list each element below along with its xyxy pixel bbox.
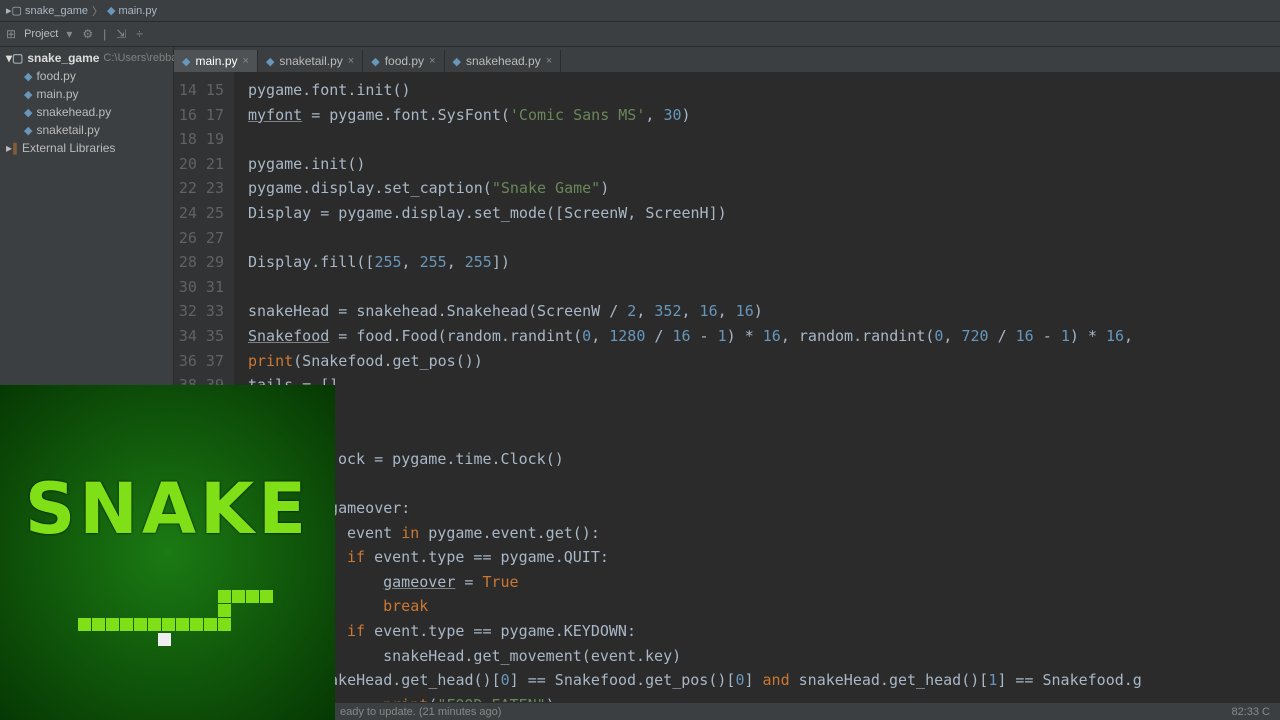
snake-segment (176, 618, 189, 631)
python-file-icon: ◆ (182, 55, 190, 68)
snake-segment (120, 618, 133, 631)
editor-tabstrip: ◆ main.py × ◆ snaketail.py × ◆ food.py × ◆ snakehe… (174, 47, 1280, 72)
editor-tab[interactable]: ◆ food.py × (363, 50, 444, 72)
folder-icon: ▢ (12, 51, 23, 65)
tab-label: main.py (195, 54, 237, 68)
expand-icon[interactable]: ⇲ (114, 27, 128, 41)
snake-segment (246, 590, 259, 603)
tab-label: snakehead.py (466, 54, 541, 68)
snake-segment (162, 618, 175, 631)
close-icon[interactable]: × (429, 55, 435, 67)
tree-root[interactable]: ▾ ▢ snake_game C:\Users\rebba (0, 49, 173, 67)
python-file-icon: ◆ (107, 4, 115, 17)
project-toolbar: ⊞ Project ▾ ⚙ | ⇲ ÷ (0, 22, 1280, 47)
snake-body-graphic (48, 578, 288, 638)
editor-tab[interactable]: ◆ snaketail.py × (258, 50, 363, 72)
snake-segment (190, 618, 203, 631)
snake-food (158, 633, 171, 646)
snake-segment (134, 618, 147, 631)
python-file-icon: ◆ (24, 70, 32, 83)
close-icon[interactable]: × (546, 55, 552, 67)
tree-file[interactable]: ◆ snakehead.py (0, 103, 173, 121)
tab-label: food.py (385, 54, 424, 68)
editor-tab[interactable]: ◆ snakehead.py × (445, 50, 562, 72)
snake-game-overlay: SNAKE (0, 385, 335, 720)
python-file-icon: ◆ (24, 106, 32, 119)
python-file-icon: ◆ (266, 55, 274, 68)
snake-segment (218, 604, 231, 617)
collapse-icon[interactable]: ÷ (134, 27, 145, 41)
python-file-icon: ◆ (24, 124, 32, 137)
snake-segment (218, 618, 231, 631)
status-left: eady to update. (21 minutes ago) (340, 706, 501, 718)
snake-segment (218, 590, 231, 603)
project-tool-icon[interactable]: ⊞ (4, 27, 18, 41)
tab-label: snaketail.py (279, 54, 342, 68)
code-editor[interactable]: 14 15 16 17 18 19 20 21 22 23 24 25 26 2… (174, 72, 1280, 702)
breadcrumb-file[interactable]: main.py (118, 5, 157, 17)
python-file-icon: ◆ (24, 88, 32, 101)
tree-file-label: food.py (36, 69, 75, 83)
dropdown-icon[interactable]: ▾ (64, 27, 74, 41)
tree-file[interactable]: ◆ snaketail.py (0, 121, 173, 139)
folder-icon: ▸▢ (6, 4, 22, 17)
tree-root-label: snake_game (27, 51, 99, 65)
snake-segment (148, 618, 161, 631)
divider-icon: | (101, 27, 108, 41)
settings-icon[interactable]: ⚙ (80, 27, 95, 41)
tree-root-path: C:\Users\rebba (103, 52, 177, 64)
breadcrumb: ▸▢ snake_game 〉 ◆ main.py (0, 0, 1280, 22)
tree-file-label: snaketail.py (36, 123, 99, 137)
close-icon[interactable]: × (348, 55, 354, 67)
tree-file-label: snakehead.py (36, 105, 111, 119)
snake-segment (204, 618, 217, 631)
snake-segment (106, 618, 119, 631)
snake-title: SNAKE (25, 468, 310, 550)
project-label[interactable]: Project (24, 28, 58, 40)
snake-segment (78, 618, 91, 631)
tree-file[interactable]: ◆ main.py (0, 85, 173, 103)
snake-segment (260, 590, 273, 603)
python-file-icon: ◆ (371, 55, 379, 68)
status-right: 82:33 C (1231, 706, 1270, 718)
library-icon: ∥ (12, 141, 18, 155)
tree-external-libraries[interactable]: ▸ ∥ External Libraries (0, 139, 173, 157)
external-libraries-label: External Libraries (22, 141, 115, 155)
tree-file-label: main.py (36, 87, 78, 101)
code-area[interactable]: pygame.font.init()myfont = pygame.font.S… (234, 72, 1280, 702)
close-icon[interactable]: × (243, 55, 249, 67)
snake-segment (232, 590, 245, 603)
tree-file[interactable]: ◆ food.py (0, 67, 173, 85)
editor-tab[interactable]: ◆ main.py × (174, 50, 258, 72)
python-file-icon: ◆ (453, 55, 461, 68)
snake-segment (92, 618, 105, 631)
breadcrumb-project[interactable]: snake_game (25, 5, 88, 17)
